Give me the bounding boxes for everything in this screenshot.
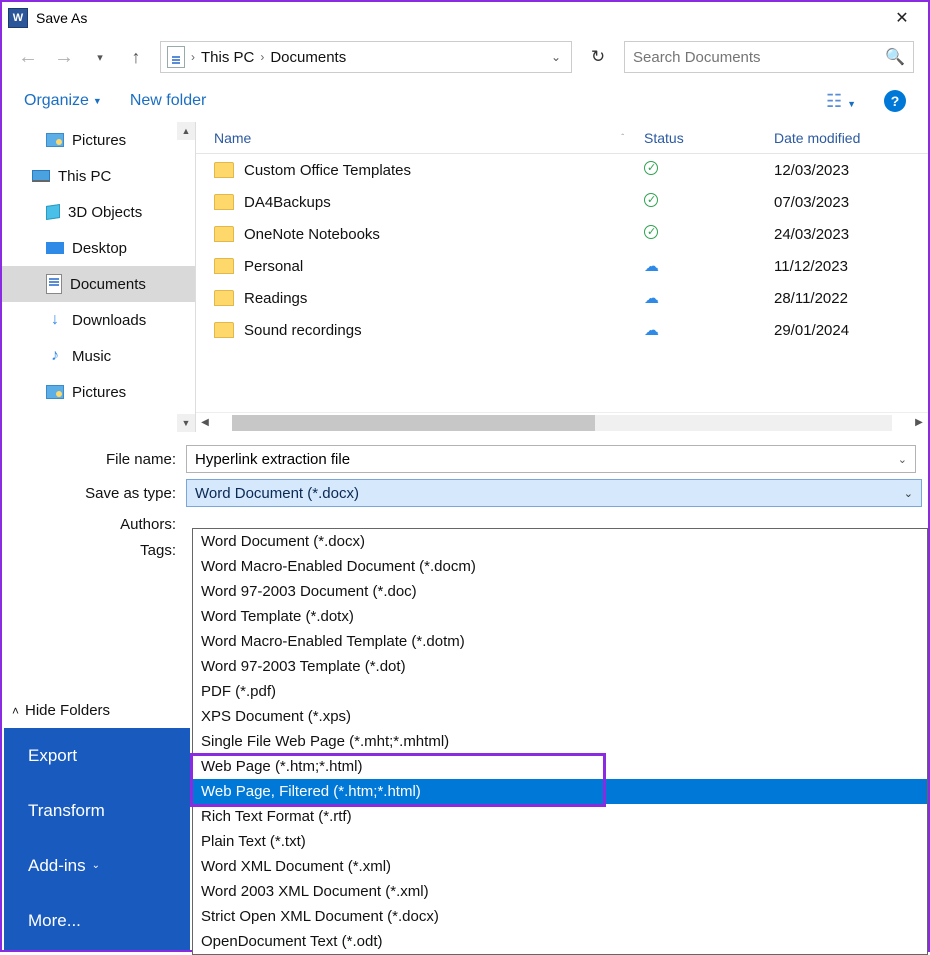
sidebar-item-documents[interactable]: Documents [2,266,195,302]
sidebar-item-downloads[interactable]: ↓Downloads [2,302,195,338]
chevron-down-icon: ⌄ [92,860,100,871]
type-option[interactable]: Word Template (*.dotx) [193,604,927,629]
type-option[interactable]: Web Page, Filtered (*.htm;*.html) [193,779,927,804]
authors-label: Authors: [2,516,186,533]
type-option[interactable]: XPS Document (*.xps) [193,704,927,729]
folder-icon [214,226,234,242]
scroll-left-icon[interactable]: ◀ [196,417,214,428]
backstage-export[interactable]: Export [4,728,190,783]
sidebar-item-pictures[interactable]: Pictures [2,374,195,410]
folder-icon [214,322,234,338]
column-headers: Nameˆ Status Date modified [196,122,928,154]
cloud-icon: ☁ [644,321,774,339]
dialog-toolbar: Organize ▼ New folder ☷ ▼ ? [2,80,928,122]
type-option[interactable]: Plain Text (*.txt) [193,829,927,854]
save-type-label: Save as type: [2,485,186,502]
search-field[interactable] [633,49,885,66]
type-option[interactable]: Web Page (*.htm;*.html) [193,754,927,779]
folder-icon [214,162,234,178]
breadcrumb-documents[interactable]: Documents [270,49,346,66]
breadcrumb-this-pc[interactable]: This PC [201,49,254,66]
scroll-right-icon[interactable]: ▶ [910,417,928,428]
backstage-addins[interactable]: Add-ins⌄ [4,838,190,893]
titlebar: W Save As ✕ [2,2,928,34]
folder-icon [214,258,234,274]
type-option[interactable]: Word Macro-Enabled Template (*.dotm) [193,629,927,654]
scroll-up-icon[interactable]: ▲ [177,122,195,140]
folder-row[interactable]: OneNote Notebooks✓24/03/2023 [196,218,928,250]
tags-label: Tags: [2,542,186,559]
backstage-more[interactable]: More... [4,893,190,948]
back-icon[interactable]: ← [16,46,40,69]
chevron-right-icon[interactable]: › [191,50,195,64]
word-backstage-panel: Export Transform Add-ins⌄ More... [4,728,190,950]
close-button[interactable]: ✕ [882,4,922,32]
type-option[interactable]: Single File Web Page (*.mht;*.mhtml) [193,729,927,754]
chevron-down-icon[interactable]: ⌄ [904,487,913,500]
sidebar-item-this-pc[interactable]: This PC [2,158,195,194]
folder-row[interactable]: Readings☁28/11/2022 [196,282,928,314]
chevron-down-icon: ▼ [93,96,102,106]
chevron-down-icon[interactable]: ⌄ [898,453,907,466]
save-type-dropdown[interactable]: Word Document (*.docx)Word Macro-Enabled… [192,528,928,955]
type-option[interactable]: PDF (*.pdf) [193,679,927,704]
type-option[interactable]: OpenDocument Text (*.odt) [193,929,927,954]
up-icon[interactable]: ↑ [124,47,148,68]
sync-ok-icon: ✓ [644,225,774,243]
search-icon[interactable]: 🔍 [885,47,905,67]
folder-icon [214,194,234,210]
type-option[interactable]: Word 97-2003 Document (*.doc) [193,579,927,604]
sidebar-item-pictures[interactable]: Pictures [2,122,195,158]
backstage-transform[interactable]: Transform [4,783,190,838]
word-app-icon: W [8,8,28,28]
refresh-icon[interactable]: ↻ [584,47,612,67]
new-folder-button[interactable]: New folder [130,92,206,110]
horizontal-scrollbar[interactable]: ◀ ▶ [196,412,928,432]
type-option[interactable]: Word Document (*.docx) [193,529,927,554]
sidebar-item-music[interactable]: ♪Music [2,338,195,374]
column-status[interactable]: Status [644,130,774,146]
type-option[interactable]: Word XML Document (*.xml) [193,854,927,879]
navigation-tree: ▲ PicturesThis PC3D ObjectsDesktopDocume… [2,122,196,432]
file-list-pane: Nameˆ Status Date modified Custom Office… [196,122,928,432]
search-input[interactable]: 🔍 [624,41,914,73]
folder-icon [214,290,234,306]
cloud-icon: ☁ [644,289,774,307]
navigation-bar: ← → ▾ ↑ › This PC › Documents ⌄ ↻ 🔍 [2,34,928,80]
address-dropdown-icon[interactable]: ⌄ [547,50,565,64]
forward-icon[interactable]: → [52,46,76,69]
sort-caret-icon: ˆ [621,133,624,142]
save-type-select[interactable]: Word Document (*.docx) ⌄ [186,479,922,507]
address-bar[interactable]: › This PC › Documents ⌄ [160,41,572,73]
location-icon [167,46,185,68]
sync-ok-icon: ✓ [644,161,774,179]
folder-row[interactable]: Sound recordings☁29/01/2024 [196,314,928,346]
window-title: Save As [36,10,87,26]
hide-folders-toggle[interactable]: ˄ Hide Folders [12,702,110,719]
type-option[interactable]: Word 2003 XML Document (*.xml) [193,879,927,904]
sidebar-item-desktop[interactable]: Desktop [2,230,195,266]
organize-button[interactable]: Organize ▼ [24,92,102,110]
sidebar-item-3d-objects[interactable]: 3D Objects [2,194,195,230]
chevron-right-icon[interactable]: › [260,50,264,64]
column-date[interactable]: Date modified [774,130,928,146]
scrollbar-thumb[interactable] [232,415,595,431]
sync-ok-icon: ✓ [644,193,774,211]
type-option[interactable]: Word Macro-Enabled Document (*.docm) [193,554,927,579]
scroll-down-icon[interactable]: ▼ [177,414,195,432]
view-options-icon[interactable]: ☷ ▼ [826,91,856,112]
recent-dropdown-icon[interactable]: ▾ [88,51,112,64]
folder-row[interactable]: DA4Backups✓07/03/2023 [196,186,928,218]
type-option[interactable]: Strict Open XML Document (*.docx) [193,904,927,929]
cloud-icon: ☁ [644,257,774,275]
type-option[interactable]: Rich Text Format (*.rtf) [193,804,927,829]
column-name[interactable]: Nameˆ [214,130,644,146]
chevron-up-icon: ˄ [12,704,19,718]
type-option[interactable]: Word 97-2003 Template (*.dot) [193,654,927,679]
folder-row[interactable]: Custom Office Templates✓12/03/2023 [196,154,928,186]
filename-label: File name: [2,451,186,468]
help-icon[interactable]: ? [884,90,906,112]
folder-row[interactable]: Personal☁11/12/2023 [196,250,928,282]
filename-input[interactable]: Hyperlink extraction file ⌄ [186,445,916,473]
